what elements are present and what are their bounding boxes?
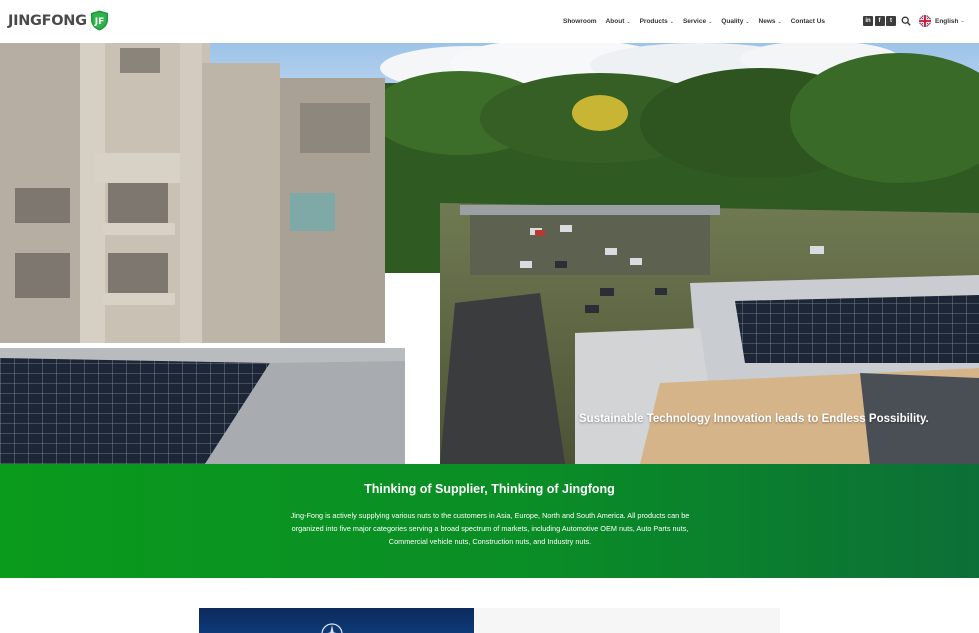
feature-text-card [474, 608, 780, 633]
linkedin-icon[interactable]: in [863, 16, 873, 26]
hero-caption: Sustainable Technology Innovation leads … [579, 413, 929, 425]
site-header: JINGFONG JF Showroom About ⌄ Products ⌄ … [0, 0, 979, 43]
intro-title: Thinking of Supplier, Thinking of Jingfo… [364, 482, 615, 496]
uk-flag-icon [919, 15, 931, 27]
language-selector[interactable]: English ⌄ [919, 15, 965, 27]
chevron-down-icon: ⌄ [745, 18, 750, 25]
search-icon[interactable] [901, 16, 911, 26]
facebook-icon[interactable]: f [874, 16, 885, 26]
hero-factory-image [0, 43, 979, 464]
jf-shield-icon: JF [90, 10, 108, 31]
nav-products-label: Products [639, 18, 668, 25]
nav-about-label: About [605, 18, 625, 25]
nav-news-label: News [758, 18, 776, 25]
chevron-down-icon: ⌄ [777, 18, 782, 25]
nav-contact-us-label: Contact Us [790, 18, 826, 25]
brand-name: JINGFONG [8, 12, 87, 29]
nav-service-label: Service [682, 18, 707, 25]
chevron-down-icon: ⌄ [708, 18, 713, 25]
svg-text:JF: JF [93, 17, 104, 27]
nav-products[interactable]: Products ⌄ [640, 18, 674, 25]
nav-service[interactable]: Service ⌄ [683, 18, 712, 25]
social-links: in f t [863, 16, 911, 26]
intro-band: Thinking of Supplier, Thinking of Jingfo… [0, 464, 979, 578]
chevron-down-icon: ⌄ [669, 18, 674, 25]
nav-showroom[interactable]: Showroom [563, 18, 597, 25]
brand-logo[interactable]: JINGFONG JF [8, 10, 109, 31]
nav-contact-us[interactable]: Contact Us [791, 18, 825, 25]
nav-news[interactable]: News ⌄ [759, 18, 782, 25]
nav-quality-label: Quality [721, 18, 744, 25]
nav-about[interactable]: About ⌄ [606, 18, 631, 25]
chevron-down-icon: ⌄ [626, 18, 631, 25]
emblem-icon [321, 623, 343, 633]
feature-image-card[interactable] [199, 608, 474, 633]
intro-body: Jing-Fong is actively supplying various … [290, 511, 690, 546]
nav-showroom-label: Showroom [563, 18, 597, 25]
nav-quality[interactable]: Quality ⌄ [721, 18, 749, 25]
language-label: English [935, 17, 959, 25]
main-nav: Showroom About ⌄ Products ⌄ Service ⌄ Qu… [563, 0, 834, 43]
hero-banner: Sustainable Technology Innovation leads … [0, 43, 979, 464]
twitter-icon[interactable]: t [886, 16, 896, 26]
chevron-down-icon: ⌄ [960, 18, 965, 24]
